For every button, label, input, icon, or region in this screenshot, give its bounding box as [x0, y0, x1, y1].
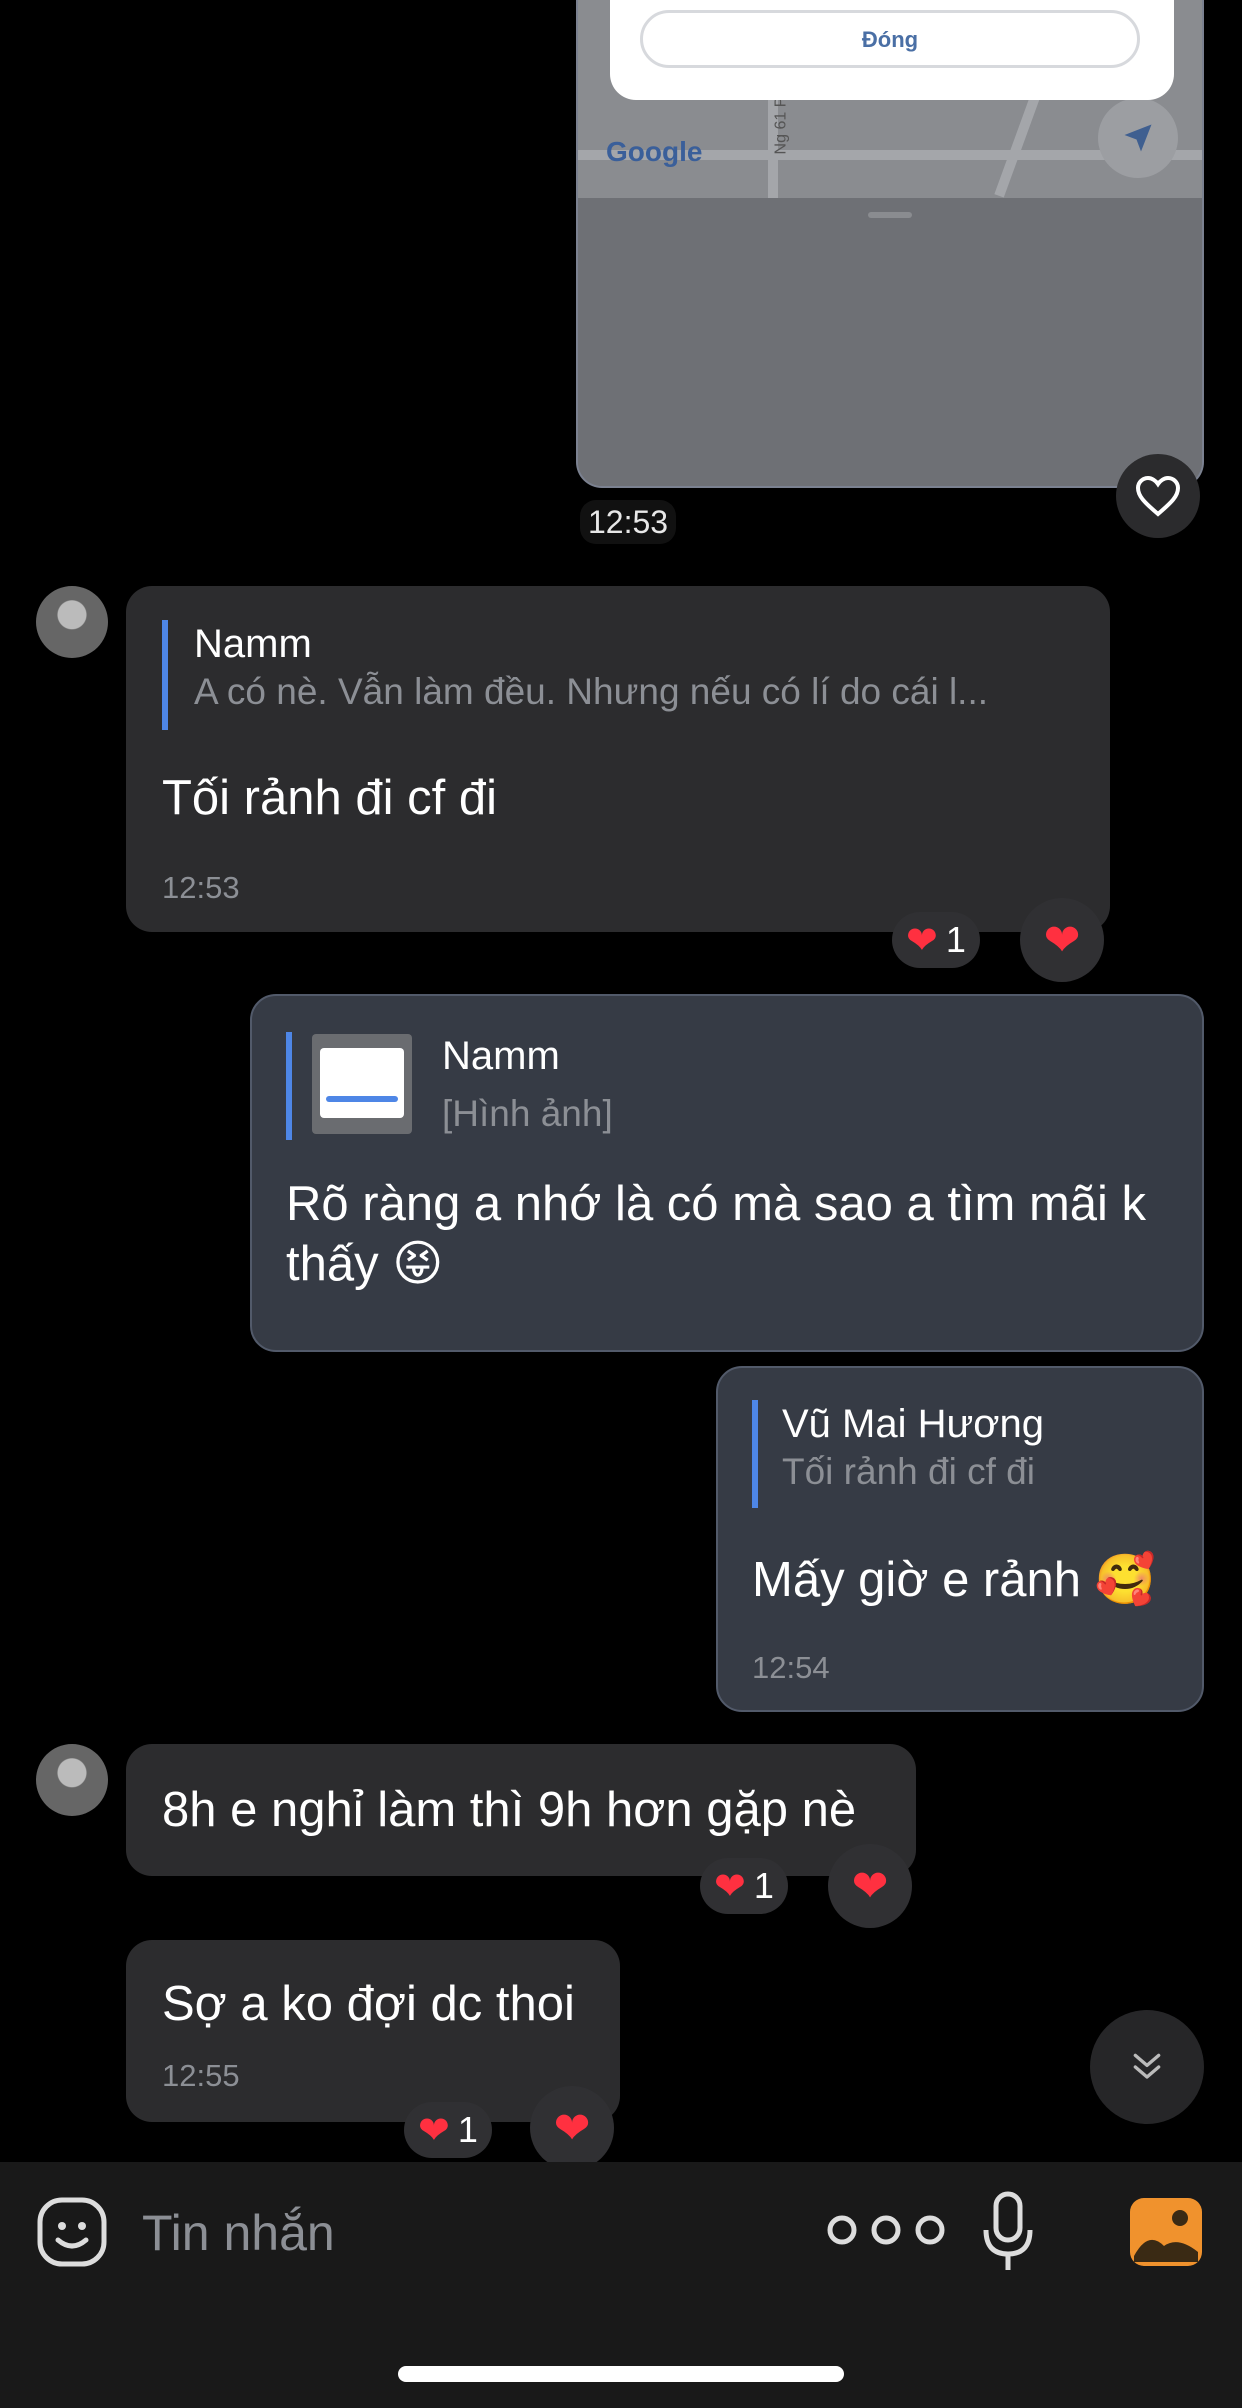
reply-quote[interactable]: Vũ Mai Hương Tối rảnh đi cf đi [752, 1400, 1202, 1508]
map-message-card[interactable]: Google Ng 61 P L Đóng [576, 0, 1204, 488]
react-button[interactable] [1116, 454, 1200, 538]
quote-text: A có nè. Vẫn làm đều. Nhưng nếu có lí do… [194, 671, 989, 712]
sticker-emoji-icon[interactable] [36, 2196, 108, 2268]
reaction-summary[interactable]: ❤ 1 [404, 2102, 492, 2158]
reply-quote[interactable]: Namm A có nè. Vẫn làm đều. Nhưng nếu có … [162, 620, 1094, 730]
message-bubble[interactable]: Vũ Mai Hương Tối rảnh đi cf đi Mấy giờ e… [716, 1366, 1204, 1712]
message-time: 12:55 [162, 2058, 240, 2093]
google-logo: Google [606, 136, 703, 167]
heart-react-button[interactable]: ❤ [1020, 898, 1104, 982]
message-bubble[interactable]: Namm [Hình ảnh] Rõ ràng a nhớ là có mà s… [250, 994, 1204, 1352]
locate-arrow-icon [1124, 124, 1152, 152]
heart-outline-icon [1135, 475, 1181, 517]
reaction-summary[interactable]: ❤ 1 [892, 912, 980, 968]
home-indicator [398, 2366, 844, 2382]
more-options-icon[interactable] [824, 2212, 948, 2248]
map-bottom-sheet[interactable] [578, 198, 1202, 486]
quote-image-thumbnail [312, 1034, 412, 1134]
close-button[interactable]: Đóng [640, 10, 1140, 68]
reaction-count: 1 [457, 2109, 478, 2150]
microphone-icon[interactable] [980, 2190, 1036, 2274]
double-chevron-down-icon [1133, 2053, 1161, 2079]
heart-react-button[interactable]: ❤ [828, 1844, 912, 1928]
sheet-handle[interactable] [868, 212, 912, 218]
message-time: 12:54 [752, 1650, 830, 1685]
message-text: Tối rảnh đi cf đi [162, 771, 497, 825]
heart-icon: ❤ [714, 1865, 746, 1908]
reply-quote[interactable]: Namm [Hình ảnh] [286, 1032, 1172, 1140]
quote-author: Vũ Mai Hương [782, 1402, 1044, 1446]
reaction-count: 1 [753, 1865, 774, 1906]
message-time: 12:53 [162, 870, 240, 905]
reaction-summary[interactable]: ❤ 1 [700, 1858, 788, 1914]
avatar[interactable] [36, 1744, 108, 1816]
quote-text: [Hình ảnh] [442, 1093, 613, 1134]
message-text: Rõ ràng a nhớ là có mà sao a tìm mãi k t… [286, 1177, 1147, 1291]
message-bubble[interactable]: 8h e nghỉ làm thì 9h hơn gặp nè [126, 1744, 916, 1876]
heart-icon: ❤ [553, 2103, 591, 2153]
quote-author: Namm [194, 622, 312, 666]
heart-react-button[interactable]: ❤ [530, 2086, 614, 2170]
message-input-bar: Tin nhắn [0, 2162, 1242, 2408]
locate-button[interactable] [1098, 98, 1178, 178]
message-text: 8h e nghỉ làm thì 9h hơn gặp nè [162, 1783, 857, 1837]
heart-icon: ❤ [906, 919, 938, 962]
scroll-to-bottom-button[interactable] [1090, 2010, 1204, 2124]
map-popup: Đóng [610, 0, 1174, 100]
message-bubble[interactable]: Namm A có nè. Vẫn làm đều. Nhưng nếu có … [126, 586, 1110, 932]
heart-icon: ❤ [851, 1861, 889, 1911]
message-text: Sợ a ko đợi dc thoi [162, 1977, 575, 2031]
heart-icon: ❤ [418, 2109, 450, 2152]
heart-icon: ❤ [1043, 915, 1081, 965]
timestamp: 12:53 [580, 500, 677, 544]
quote-author: Namm [442, 1034, 560, 1078]
message-input[interactable]: Tin nhắn [142, 2204, 335, 2262]
avatar[interactable] [36, 586, 108, 658]
message-text: Mấy giờ e rảnh 🥰 [752, 1553, 1156, 1607]
quote-text: Tối rảnh đi cf đi [782, 1451, 1035, 1492]
reaction-count: 1 [945, 919, 966, 960]
photo-gallery-icon[interactable] [1128, 2196, 1204, 2268]
